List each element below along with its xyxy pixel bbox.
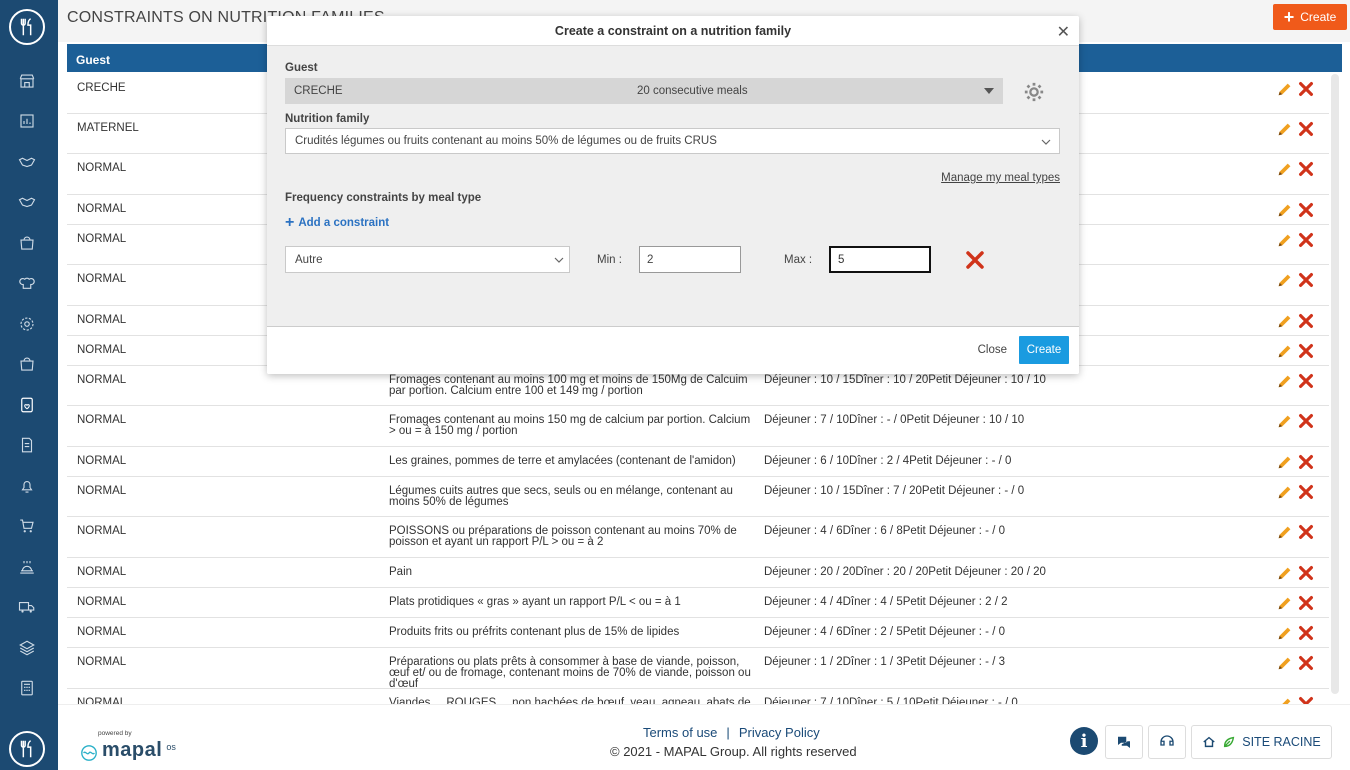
chat-button[interactable] [1105, 725, 1143, 759]
mapal-os: os [166, 742, 176, 752]
cart-icon[interactable] [17, 516, 37, 536]
layers-icon[interactable] [17, 638, 37, 658]
copyright-text: © 2021 - MAPAL Group. All rights reserve… [610, 744, 857, 759]
footer-links: Terms of use | Privacy Policy [643, 725, 820, 740]
chevron-down-icon [1041, 139, 1051, 145]
add-constraint-label: Add a constraint [298, 217, 390, 229]
nutrition-family-label: Nutrition family [285, 113, 370, 125]
delivery-truck-icon[interactable] [17, 597, 37, 617]
home-icon [1203, 736, 1215, 748]
page-footer: powered by mapal os Terms of use | Privacy… [58, 704, 1350, 770]
modal-footer: Close Create [267, 327, 1079, 374]
basket-icon[interactable] [17, 354, 37, 374]
dashboard-icon[interactable] [17, 111, 37, 131]
calculator-icon[interactable] [17, 678, 37, 698]
powered-by-text: powered by [98, 730, 132, 737]
caret-down-icon [984, 88, 994, 94]
basket-icon[interactable] [17, 233, 37, 253]
close-button[interactable]: Close [978, 344, 1007, 356]
create-constraint-modal: Create a constraint on a nutrition famil… [267, 16, 1079, 374]
guest-select[interactable]: CRECHE 20 consecutive meals [285, 78, 1003, 104]
meal-type-select[interactable]: Autre [285, 246, 570, 273]
chat-icon [1117, 736, 1130, 748]
max-label: Max : [784, 254, 813, 266]
mapal-brand: mapal [102, 739, 163, 761]
store-icon[interactable] [17, 71, 37, 91]
support-icon [1160, 735, 1174, 746]
handshake-icon[interactable] [17, 192, 37, 212]
nutrition-icon[interactable] [17, 395, 37, 415]
terms-link[interactable]: Terms of use [643, 725, 717, 740]
nutrition-family-value: Crudités légumes ou fruits contenant au … [295, 135, 717, 147]
frequency-constraints-label: Frequency constraints by meal type [285, 192, 482, 204]
min-label: Min : [597, 254, 622, 266]
cutlery-icon [20, 740, 32, 758]
max-input[interactable] [829, 246, 931, 273]
close-icon[interactable]: ✕ [1057, 22, 1070, 41]
plus-icon: + [285, 214, 295, 231]
min-input[interactable] [639, 246, 741, 273]
serving-icon[interactable] [17, 557, 37, 577]
support-button[interactable] [1148, 725, 1186, 759]
mapal-logo: powered by mapal os [80, 730, 176, 762]
modal-create-button[interactable]: Create [1019, 336, 1069, 364]
link-separator: | [726, 725, 730, 740]
guest-label: Guest [285, 62, 318, 74]
modal-title: Create a constraint on a nutrition famil… [554, 24, 792, 38]
settings-icon[interactable] [17, 314, 37, 334]
bell-icon[interactable] [17, 476, 37, 496]
guest-value: CRECHE [294, 85, 343, 97]
sidebar [0, 0, 58, 770]
gear-icon[interactable] [1023, 81, 1045, 103]
chevron-down-icon [554, 257, 564, 263]
document-icon[interactable] [17, 435, 37, 455]
chef-hat-icon[interactable] [17, 273, 37, 293]
cutlery-icon [20, 18, 32, 36]
privacy-link[interactable]: Privacy Policy [739, 725, 820, 740]
info-icon[interactable]: i [1070, 727, 1098, 755]
add-constraint-link[interactable]: + Add a constraint [285, 215, 389, 231]
handshake-icon[interactable] [17, 152, 37, 172]
meal-type-value: Autre [295, 254, 323, 266]
modal-header: Create a constraint on a nutrition famil… [267, 16, 1079, 46]
manage-meal-types-link[interactable]: Manage my meal types [941, 172, 1060, 184]
nutrition-family-select[interactable]: Crudités légumes ou fruits contenant au … [285, 128, 1060, 154]
site-label: SITE RACINE [1242, 735, 1321, 749]
site-selector[interactable]: SITE RACINE [1191, 725, 1332, 759]
modal-body: Guest CRECHE 20 consecutive meals Nutrit… [267, 46, 1079, 327]
leaf-icon [1224, 736, 1235, 748]
delete-constraint-icon[interactable] [965, 250, 985, 270]
user-avatar[interactable] [9, 731, 45, 767]
mapal-wave-icon [81, 745, 97, 761]
guest-meals: 20 consecutive meals [637, 85, 748, 97]
app-logo[interactable] [9, 9, 45, 45]
